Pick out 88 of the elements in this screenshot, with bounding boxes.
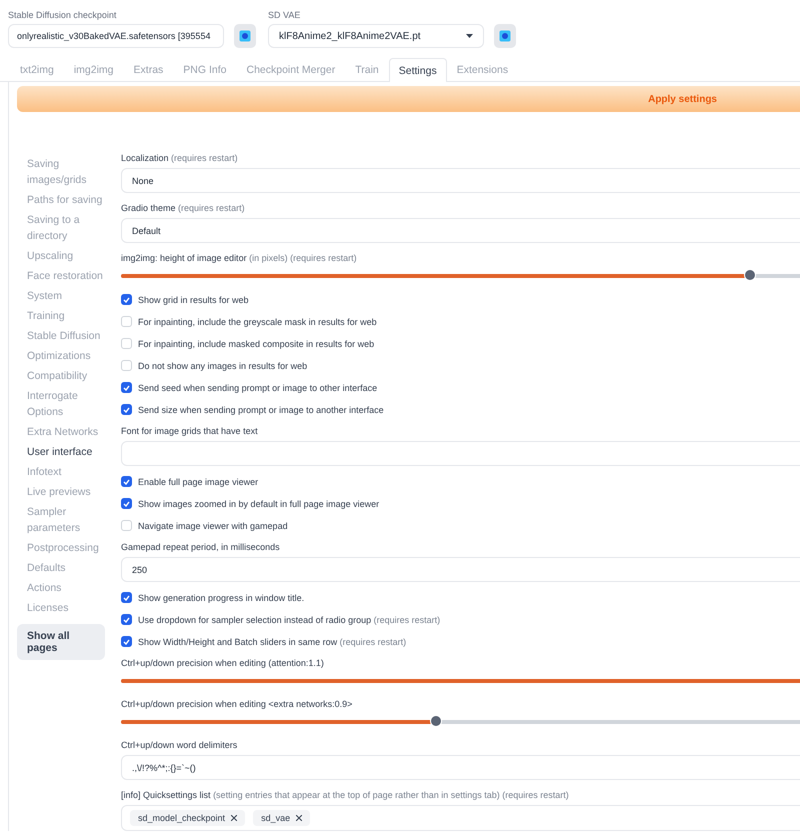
refresh-button[interactable] xyxy=(494,24,516,48)
sidebar-item[interactable]: Paths for saving xyxy=(27,192,111,208)
setting-label: Send size when sending prompt or image to another interface xyxy=(138,404,384,414)
select-field[interactable]: None xyxy=(121,168,800,193)
setting-label: Enable full page image viewer xyxy=(138,476,258,486)
show-all-pages-button[interactable]: Show all pages xyxy=(17,624,105,660)
sidebar-item[interactable]: Saving images/grids xyxy=(27,156,111,188)
selector-label: SD VAE xyxy=(268,10,302,20)
checkbox[interactable] xyxy=(121,592,132,603)
sidebar-item[interactable]: Defaults xyxy=(27,560,111,576)
checkbox[interactable] xyxy=(121,404,132,415)
sidebar-item[interactable]: Live previews xyxy=(27,484,111,500)
slider-thumb[interactable] xyxy=(430,715,442,727)
tab[interactable]: Settings xyxy=(388,58,447,82)
selector-label: Stable Diffusion checkpoint xyxy=(8,10,118,20)
close-icon[interactable] xyxy=(231,815,238,821)
sidebar-item[interactable]: Infotext xyxy=(27,464,111,480)
sidebar-item[interactable]: System xyxy=(27,288,111,304)
check-icon xyxy=(123,296,130,302)
sidebar-item[interactable]: Postprocessing xyxy=(27,540,111,556)
dropdown[interactable]: klF8Anime2_klF8Anime2VAE.pt xyxy=(268,24,484,48)
input-field[interactable]: 250 xyxy=(121,557,800,582)
refresh-icon xyxy=(499,30,511,42)
check-icon xyxy=(123,478,130,484)
setting-label: Show generation progress in window title. xyxy=(138,592,304,602)
setting-label: Navigate image viewer with gamepad xyxy=(138,520,288,530)
checkbox[interactable] xyxy=(121,382,132,393)
check-icon xyxy=(123,406,130,412)
chip-label: sd_model_checkpoint xyxy=(138,813,226,823)
tab[interactable]: img2img xyxy=(64,58,124,81)
sidebar-item[interactable]: Face restoration xyxy=(27,268,111,284)
sidebar-item[interactable]: User interface xyxy=(27,444,111,460)
sidebar-item[interactable]: Training xyxy=(27,308,111,324)
dropdown[interactable]: onlyrealistic_v30BakedVAE.safetensors [395554 xyxy=(8,24,224,48)
setting-label: [info] Quicksettings list (setting entries that appear at the top of page rather than in settings tab) (requires restart) xyxy=(121,790,569,800)
check-icon xyxy=(123,384,130,390)
setting-label: Font for image grids that have text xyxy=(121,426,258,436)
sidebar-item[interactable]: Extra Networks xyxy=(27,424,111,440)
check-icon xyxy=(123,616,130,622)
chips-field[interactable]: sd_model_checkpoint sd_vae xyxy=(121,805,800,831)
apply-settings-button[interactable]: Apply settings xyxy=(17,86,800,112)
sidebar-item[interactable]: Licenses xyxy=(27,600,111,616)
setting-label: Show grid in results for web xyxy=(138,294,249,304)
sidebar-item[interactable]: Stable Diffusion xyxy=(27,328,111,344)
checkbox[interactable] xyxy=(121,614,132,625)
setting-label: For inpainting, include masked composite in results for web xyxy=(138,338,374,348)
input-field[interactable] xyxy=(121,441,800,466)
tab[interactable]: Train xyxy=(345,58,389,81)
tab[interactable]: txt2img xyxy=(10,58,64,81)
setting-label: Show Width/Height and Batch sliders in same row (requires restart) xyxy=(138,636,406,646)
checkbox[interactable] xyxy=(121,294,132,305)
slider-thumb[interactable] xyxy=(744,269,756,281)
check-icon xyxy=(123,638,130,644)
setting-label: Ctrl+up/down precision when editing (attention:1.1) xyxy=(121,658,324,668)
tab[interactable]: Extensions xyxy=(446,58,518,81)
setting-label: Send seed when sending prompt or image to other interface xyxy=(138,382,378,392)
caret-icon xyxy=(466,34,473,38)
sidebar-item[interactable]: Sampler parameters xyxy=(27,504,111,536)
setting-label: Do not show any images in results for web xyxy=(138,360,308,370)
select-field[interactable]: Default xyxy=(121,218,800,243)
sidebar-item[interactable]: Saving to a directory xyxy=(27,212,111,244)
setting-label: Localization (requires restart) xyxy=(121,153,238,163)
sidebar-item[interactable]: Compatibility xyxy=(27,368,111,384)
sidebar-item[interactable]: Upscaling xyxy=(27,248,111,264)
checkbox[interactable] xyxy=(121,476,132,487)
setting-label: Show images zoomed in by default in full page image viewer xyxy=(138,498,380,508)
checkbox[interactable] xyxy=(121,498,132,509)
sidebar-item[interactable]: Optimizations xyxy=(27,348,111,364)
setting-label: Ctrl+up/down word delimiters xyxy=(121,740,238,750)
refresh-icon xyxy=(239,30,251,42)
tab[interactable]: Checkpoint Merger xyxy=(236,58,346,81)
close-icon[interactable] xyxy=(296,815,302,821)
sidebar-item[interactable]: Actions xyxy=(27,580,111,596)
chip-label: sd_vae xyxy=(261,813,290,823)
setting-label: img2img: height of image editor (in pixels) (requires restart) xyxy=(121,253,357,263)
input-field[interactable]: .,\/!?%^*;:{}=`~() xyxy=(121,755,800,780)
setting-label: For inpainting, include the greyscale mask in results for web xyxy=(138,316,377,326)
setting-label: Ctrl+up/down precision when editing <extra networks:0.9> xyxy=(121,699,352,709)
checkbox[interactable] xyxy=(121,636,132,647)
sidebar-item[interactable]: Interrogate Options xyxy=(27,388,111,420)
tab[interactable]: PNG Info xyxy=(173,58,236,81)
setting-label: Use dropdown for sampler selection instead of radio group (requires restart) xyxy=(138,614,440,624)
setting-label: Gamepad repeat period, in milliseconds xyxy=(121,542,280,552)
refresh-button[interactable] xyxy=(234,24,256,48)
setting-label: Gradio theme (requires restart) xyxy=(121,203,245,213)
check-icon xyxy=(123,594,130,600)
tab[interactable]: Extras xyxy=(124,58,174,81)
check-icon xyxy=(123,500,130,506)
